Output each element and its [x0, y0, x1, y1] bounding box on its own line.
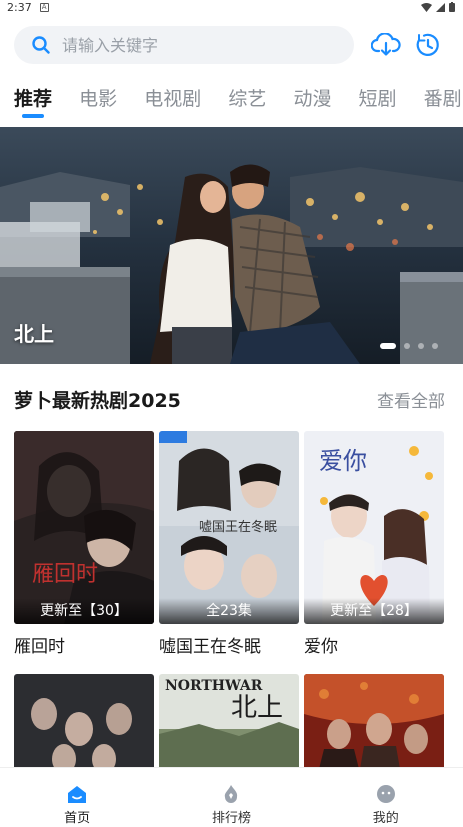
- drama-poster[interactable]: 雁回时 更新至【30】: [14, 431, 154, 624]
- svg-text:雁回时: 雁回时: [32, 562, 98, 587]
- profile-icon: [376, 785, 395, 803]
- drama-title: 雁回时: [14, 637, 65, 657]
- category-tabs: 推荐 电影 电视剧 综艺 动漫 短剧 番剧: [0, 82, 463, 120]
- carousel-dot[interactable]: [418, 343, 424, 349]
- banner-image: [0, 127, 463, 364]
- section-header: 萝卜最新热剧2025 查看全部: [14, 385, 445, 413]
- carousel-dot[interactable]: [380, 343, 396, 349]
- episode-badge: 全23集: [159, 598, 299, 624]
- drama-card[interactable]: 雁回时 更新至【30】 雁回时: [14, 431, 154, 657]
- cloud-download-icon: [371, 33, 401, 56]
- search-input[interactable]: [62, 35, 312, 55]
- tab-tv-series[interactable]: 电视剧: [144, 82, 201, 116]
- banner-carousel[interactable]: [0, 127, 463, 364]
- nav-label: 我的: [372, 811, 399, 826]
- svg-text:NORTHWAR: NORTHWAR: [165, 678, 263, 694]
- nav-home[interactable]: 首页: [32, 784, 122, 826]
- drama-title: 爱你: [304, 637, 338, 657]
- section-title: 萝卜最新热剧2025: [14, 389, 181, 412]
- status-bar: 2:37 A: [0, 0, 463, 14]
- poster-image: 雁回时: [14, 431, 154, 624]
- episode-badge: 更新至【28】: [304, 598, 444, 624]
- search-box[interactable]: [14, 26, 354, 64]
- bottom-nav: 首页 排行榜 我的: [0, 767, 463, 827]
- status-time: 2:37: [7, 0, 32, 14]
- svg-text:北上: 北上: [231, 693, 283, 723]
- wifi-icon: [421, 2, 432, 12]
- drama-card[interactable]: 爱你 更新至【28】 爱你: [304, 431, 444, 657]
- tab-recommend[interactable]: 推荐: [14, 82, 52, 118]
- see-all-link[interactable]: 查看全部: [377, 387, 445, 412]
- drama-poster[interactable]: 嘘国王在冬眠 全23集: [159, 431, 299, 624]
- history-button[interactable]: [411, 28, 445, 62]
- svg-text:嘘国王在冬眠: 嘘国王在冬眠: [199, 519, 277, 535]
- tab-short-drama[interactable]: 短剧: [359, 82, 397, 116]
- notification-icon: A: [39, 2, 49, 12]
- nav-profile[interactable]: 我的: [341, 784, 431, 826]
- drama-poster[interactable]: 爱你 更新至【28】: [304, 431, 444, 624]
- cellular-icon: [436, 2, 445, 12]
- carousel-dot[interactable]: [432, 343, 438, 349]
- search-row: [14, 25, 454, 65]
- drama-card[interactable]: 嘘国王在冬眠 全23集 嘘国王在冬眠: [159, 431, 299, 657]
- nav-label: 首页: [64, 811, 91, 826]
- banner-title: 北上: [14, 322, 54, 346]
- home-icon: [68, 786, 87, 803]
- nav-label: 排行榜: [211, 811, 251, 826]
- download-button[interactable]: [369, 28, 403, 62]
- carousel-dot[interactable]: [404, 343, 410, 349]
- poster-image: 爱你: [304, 431, 444, 624]
- tab-anime[interactable]: 动漫: [293, 82, 331, 116]
- tab-movie[interactable]: 电影: [79, 82, 117, 116]
- ranking-icon: [225, 785, 238, 803]
- episode-badge: 更新至【30】: [14, 598, 154, 624]
- tab-variety[interactable]: 综艺: [228, 82, 266, 116]
- nav-ranking[interactable]: 排行榜: [186, 784, 276, 826]
- clock-history-icon: [416, 33, 439, 56]
- carousel-indicator: [380, 343, 438, 349]
- poster-image: 嘘国王在冬眠: [159, 431, 299, 624]
- search-icon: [32, 36, 50, 54]
- tab-bangumi[interactable]: 番剧: [424, 82, 462, 116]
- svg-text:爱你: 爱你: [319, 447, 367, 475]
- drama-title: 嘘国王在冬眠: [159, 637, 261, 657]
- battery-icon: [449, 2, 455, 12]
